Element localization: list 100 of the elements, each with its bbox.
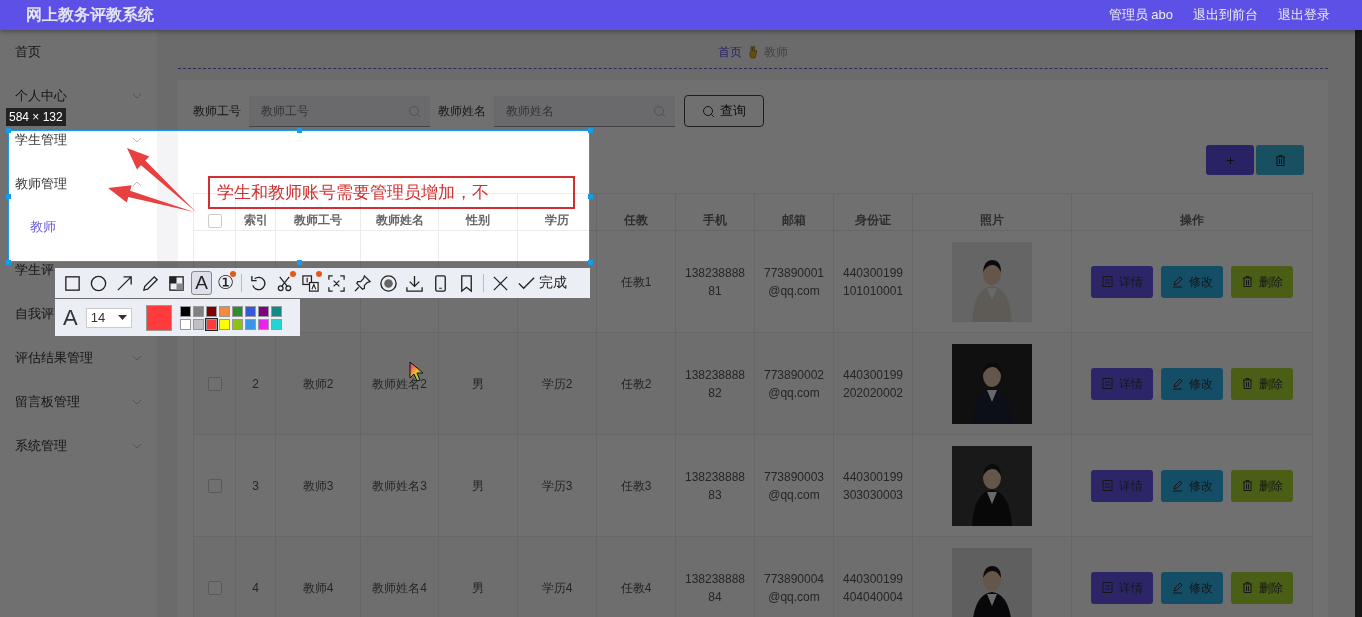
- table-cell: 773890003@qq.com: [754, 434, 834, 537]
- resize-handle[interactable]: [296, 127, 302, 133]
- font-size-select[interactable]: 14: [85, 307, 132, 328]
- delete-button[interactable]: 删除: [1231, 265, 1293, 298]
- resize-handle[interactable]: [296, 259, 302, 265]
- menu-item[interactable]: 个人中心: [15, 87, 67, 105]
- selection-frame[interactable]: [8, 130, 590, 262]
- color-swatch[interactable]: [218, 305, 230, 317]
- edit-button[interactable]: 修改: [1161, 265, 1223, 298]
- pin-icon: [353, 273, 373, 293]
- color-swatch[interactable]: [257, 318, 269, 330]
- table-cell: 男: [438, 332, 518, 435]
- font-glyph: A: [63, 304, 78, 331]
- number-tool[interactable]: ①: [215, 271, 237, 295]
- table-cell: 学历2: [517, 332, 597, 435]
- submenu-item[interactable]: 教师: [30, 218, 56, 236]
- field-label: 教师姓名: [438, 102, 486, 120]
- color-swatch[interactable]: [231, 318, 243, 330]
- trash-icon: [1241, 479, 1254, 492]
- translate-icon: [301, 273, 321, 293]
- table-cell: 773890004@qq.com: [754, 536, 834, 617]
- color-swatch[interactable]: [270, 318, 282, 330]
- resize-handle[interactable]: [5, 259, 11, 265]
- menu-item[interactable]: 首页: [15, 43, 41, 61]
- admin-user-label: 管理员 abo: [1108, 6, 1173, 24]
- menu-item[interactable]: 学生评: [15, 261, 54, 279]
- color-swatch[interactable]: [179, 318, 191, 330]
- color-swatch[interactable]: [205, 305, 217, 317]
- detail-icon: [1101, 377, 1114, 390]
- delete-button[interactable]: 删除: [1231, 367, 1293, 400]
- color-swatch[interactable]: [218, 318, 230, 330]
- menu-item[interactable]: 自我评: [15, 305, 54, 323]
- color-swatch[interactable]: [270, 305, 282, 317]
- column-header: 身份证: [833, 193, 913, 231]
- table-cell: 教师姓名3: [360, 434, 439, 537]
- rectangle-tool-icon: [63, 273, 82, 293]
- color-swatch[interactable]: [192, 318, 204, 330]
- done-button[interactable]: 完成: [515, 271, 570, 295]
- field-label: 教师工号: [193, 102, 241, 120]
- column-header: 手机: [675, 193, 755, 231]
- color-swatch[interactable]: [244, 318, 256, 330]
- menu-item[interactable]: 系统管理: [15, 437, 67, 455]
- breadcrumb-link[interactable]: 首页: [718, 43, 742, 61]
- resize-handle[interactable]: [587, 259, 593, 265]
- search-icon: [408, 104, 421, 118]
- caret-down-icon: [117, 315, 127, 320]
- color-swatch[interactable]: [231, 305, 243, 317]
- menu-item[interactable]: 学生管理: [15, 131, 67, 149]
- edit-icon: [1171, 479, 1184, 492]
- delete-button[interactable]: 删除: [1231, 571, 1293, 604]
- table-cell: 学历4: [517, 536, 597, 617]
- tool-button[interactable]: [299, 271, 323, 295]
- edit-icon: [1171, 581, 1184, 594]
- color-swatch[interactable]: [192, 305, 204, 317]
- menu-item[interactable]: 教师管理: [15, 175, 67, 193]
- table-cell: 任教3: [596, 434, 676, 537]
- app-title: 网上教务评教系统: [26, 4, 155, 25]
- table-cell: 13823888882: [675, 332, 755, 435]
- column-header: 照片: [912, 193, 1072, 231]
- table-cell: 学历3: [517, 434, 597, 537]
- hand-icon: [748, 45, 758, 59]
- detail-icon: [1101, 275, 1114, 288]
- menu-item[interactable]: 评估结果管理: [15, 349, 93, 367]
- delete-button[interactable]: 删除: [1231, 469, 1293, 502]
- color-swatch[interactable]: [257, 305, 269, 317]
- text-tool[interactable]: A: [191, 271, 212, 295]
- trash-icon: [1241, 581, 1254, 594]
- circle-tool-icon: [89, 273, 108, 293]
- checkbox[interactable]: [207, 213, 222, 228]
- table-cell: 4: [235, 536, 276, 617]
- trash-icon: [1273, 153, 1287, 167]
- color-swatch[interactable]: [205, 318, 217, 330]
- menu-item[interactable]: 留言板管理: [15, 393, 80, 411]
- header-link[interactable]: 退出到前台: [1193, 6, 1258, 24]
- table-cell: 男: [438, 536, 518, 617]
- column-header: 操作: [1071, 193, 1313, 231]
- table-cell: 教师3: [275, 434, 361, 537]
- current-color-swatch[interactable]: [145, 304, 172, 331]
- column-header: 邮箱: [754, 193, 834, 231]
- table-cell: 773890001@qq.com: [754, 230, 834, 333]
- resize-handle[interactable]: [587, 193, 593, 199]
- color-swatch[interactable]: [179, 305, 191, 317]
- record-icon: [379, 273, 399, 293]
- table-cell: 任教4: [596, 536, 676, 617]
- detail-icon: [1101, 479, 1114, 492]
- table-cell: 13823888883: [675, 434, 755, 537]
- resize-handle[interactable]: [5, 127, 11, 133]
- table-cell: 教师4: [275, 536, 361, 617]
- resize-handle[interactable]: [5, 193, 11, 199]
- table-cell: 任教2: [596, 332, 676, 435]
- edit-button[interactable]: 修改: [1161, 367, 1223, 400]
- pencil-icon: [141, 273, 160, 293]
- color-swatch[interactable]: [244, 305, 256, 317]
- table-cell: 任教1: [596, 230, 676, 333]
- search-button[interactable]: 查询: [684, 95, 764, 127]
- edit-button[interactable]: 修改: [1161, 571, 1223, 604]
- edit-button[interactable]: 修改: [1161, 469, 1223, 502]
- resize-handle[interactable]: [587, 127, 593, 133]
- header-link[interactable]: 退出登录: [1278, 6, 1330, 24]
- scan-icon: [327, 273, 347, 293]
